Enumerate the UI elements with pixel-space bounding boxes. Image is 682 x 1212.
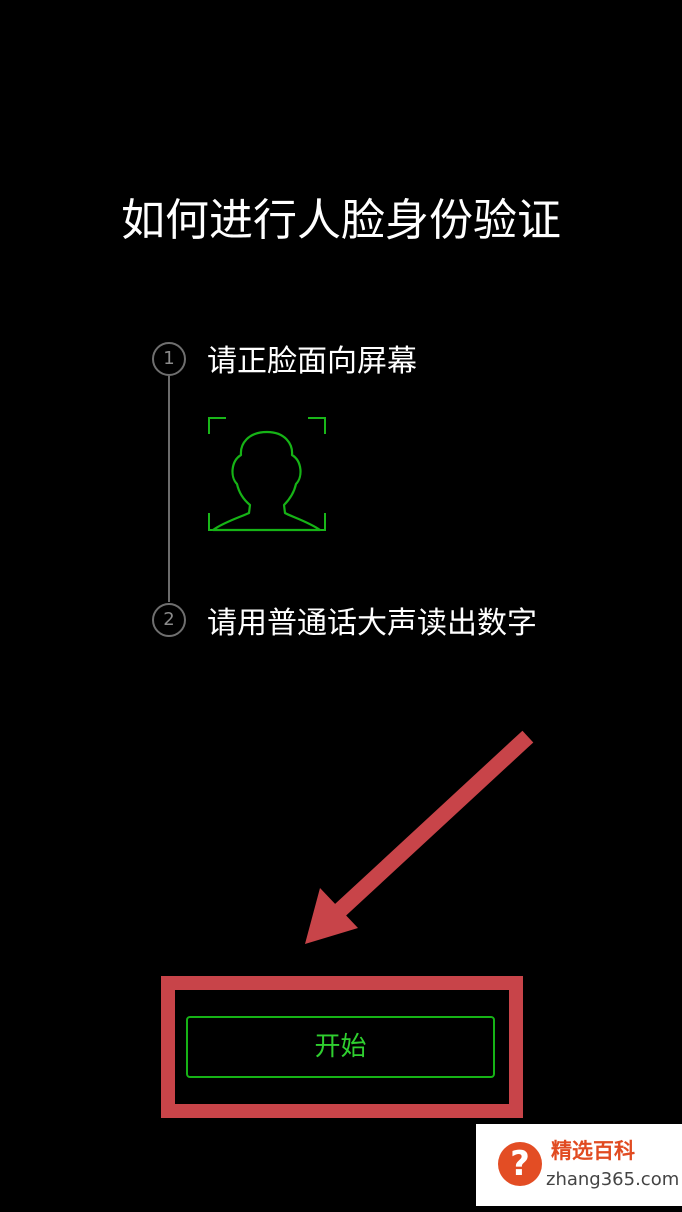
question-icon: ? — [498, 1142, 542, 1186]
steps-timeline-line — [168, 376, 170, 602]
step-1-text: 请正脸面向屏幕 — [207, 344, 417, 379]
start-button[interactable]: 开始 — [186, 1016, 495, 1078]
face-outline-icon — [206, 414, 328, 534]
page-title: 如何进行人脸身份验证 — [121, 195, 561, 246]
watermark-title: 精选百科 — [551, 1139, 635, 1163]
step-1-number: 1 — [152, 342, 186, 376]
watermark-domain: zhang365.com — [546, 1169, 680, 1190]
watermark: ? 精选百科 zhang365.com — [476, 1124, 682, 1206]
step-2-text: 请用普通话大声读出数字 — [207, 606, 537, 641]
step-2-number: 2 — [152, 603, 186, 637]
